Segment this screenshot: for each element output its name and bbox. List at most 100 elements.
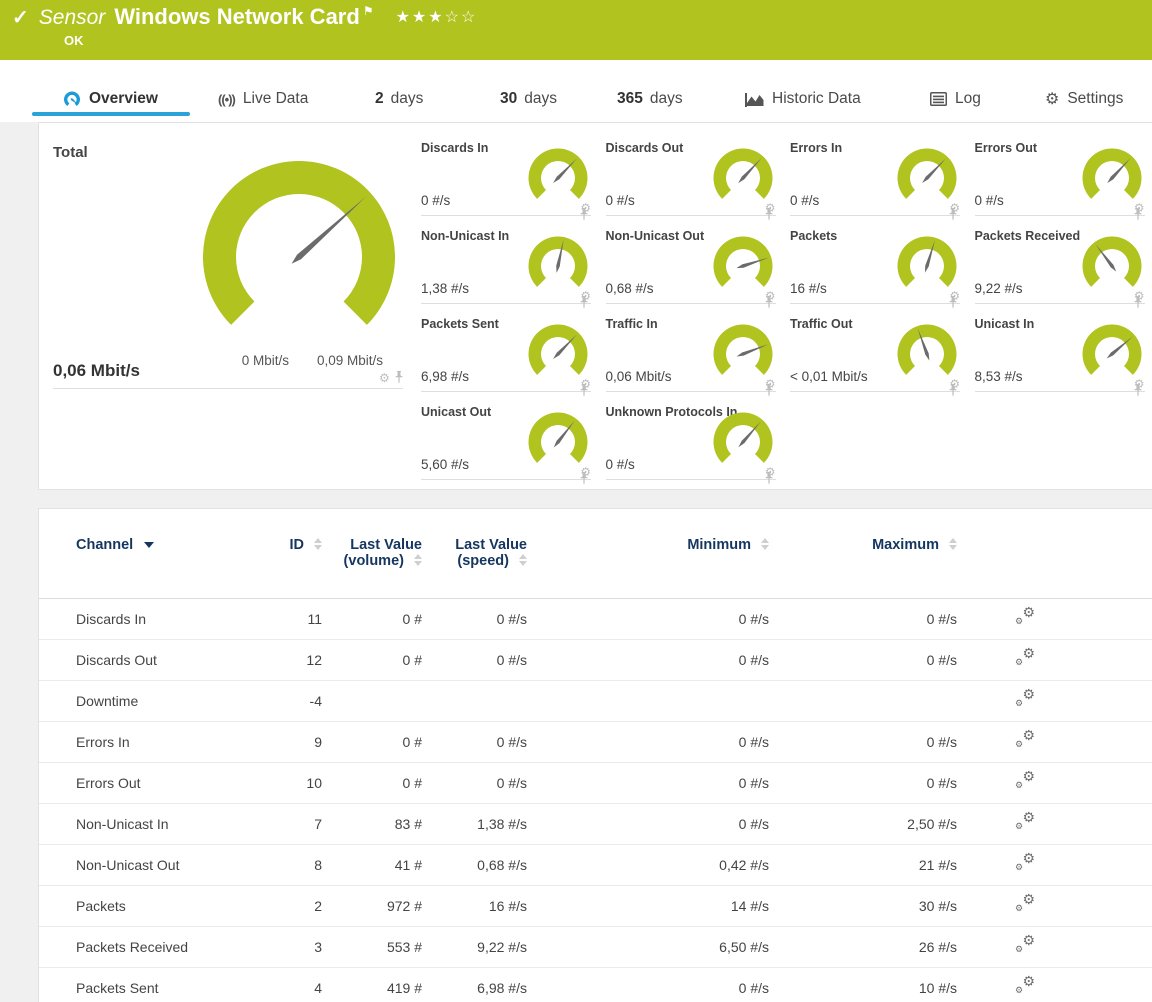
tab-live-data[interactable]: ((•))Live Data <box>218 87 308 111</box>
channel-id: 4 <box>282 968 322 1002</box>
channel-table-panel: Channel ID Last Value(volume) Last Value… <box>38 508 1152 1002</box>
column-header-maximum[interactable]: Maximum <box>769 509 957 598</box>
maximum-value: 30 #/s <box>769 886 957 926</box>
star-empty-icon[interactable]: ☆ <box>445 9 461 26</box>
gauge-dial-icon <box>712 147 774 206</box>
channel-settings-gears-icon[interactable]: ⚙⚙ <box>1015 606 1035 624</box>
channel-name: Discards In <box>39 599 282 639</box>
channel-id: 11 <box>282 599 322 639</box>
star-filled-icon[interactable]: ★ <box>396 9 412 26</box>
channel-settings-gears-icon[interactable]: ⚙⚙ <box>1015 811 1035 829</box>
tab-settings[interactable]: ⚙Settings <box>1045 87 1123 111</box>
sort-icon[interactable] <box>314 538 322 550</box>
pin-icon[interactable] <box>1133 384 1143 397</box>
channel-settings-gears-icon[interactable]: ⚙⚙ <box>1015 934 1035 952</box>
pin-icon[interactable] <box>948 384 958 397</box>
channel-name: Errors Out <box>39 763 282 803</box>
pin-icon[interactable] <box>764 384 774 397</box>
last-value-speed: 0,68 #/s <box>422 845 527 885</box>
last-value-speed: 0 #/s <box>422 722 527 762</box>
table-row-discards-in: Discards In110 #0 #/s0 #/s0 #/s⚙⚙ <box>39 599 1152 640</box>
pin-icon[interactable] <box>948 296 958 309</box>
sort-icon[interactable] <box>761 538 769 550</box>
total-gauge-actions: ⚙ <box>379 371 404 384</box>
column-header-last-value[interactable]: Last Value(speed) <box>422 509 527 598</box>
last-value-speed: 0 #/s <box>422 763 527 803</box>
tab-30-days[interactable]: 30days <box>500 87 557 111</box>
channel-settings-gears-icon[interactable]: ⚙⚙ <box>1015 770 1035 788</box>
pin-icon[interactable] <box>579 472 589 485</box>
gauge-actions: ⚙ <box>949 290 960 302</box>
maximum-value: 2,50 #/s <box>769 804 957 844</box>
gauge-unicast-in: Unicast In8,53 #/s⚙ <box>975 317 1145 392</box>
gauge-actions: ⚙ <box>1134 290 1145 302</box>
header-label-2: (speed) <box>457 553 509 569</box>
minimum-value: 0 #/s <box>527 599 769 639</box>
tab-2-days[interactable]: 2days <box>375 87 423 111</box>
pin-icon[interactable] <box>1133 208 1143 221</box>
last-value-volume: 0 # <box>322 722 422 762</box>
column-header-minimum[interactable]: Minimum <box>527 509 769 598</box>
channel-settings-gears-icon[interactable]: ⚙⚙ <box>1015 975 1035 993</box>
pin-icon[interactable] <box>579 296 589 309</box>
pin-icon[interactable] <box>579 384 589 397</box>
gear-icon[interactable]: ⚙ <box>379 372 390 384</box>
pin-icon[interactable] <box>579 208 589 221</box>
channel-settings-gears-icon[interactable]: ⚙⚙ <box>1015 852 1035 870</box>
header-label: Maximum <box>872 537 939 553</box>
total-gauge-dial <box>199 153 399 348</box>
live-data-icon: ((•)) <box>218 92 235 107</box>
tab-overview[interactable]: Overview <box>63 87 158 111</box>
priority-flag-icon[interactable]: ⚑ <box>363 4 374 18</box>
gauge-actions: ⚙ <box>765 378 776 390</box>
tab-historic-data[interactable]: Historic Data <box>745 87 861 111</box>
channel-settings-gears-icon[interactable]: ⚙⚙ <box>1015 647 1035 665</box>
sort-icon[interactable] <box>414 554 422 566</box>
tab-label: Historic Data <box>772 90 861 108</box>
pin-icon[interactable] <box>764 208 774 221</box>
gauge-dial-icon <box>527 323 589 382</box>
gauge-packets-received: Packets Received9,22 #/s⚙ <box>975 229 1145 304</box>
channel-settings-gears-icon[interactable]: ⚙⚙ <box>1015 893 1035 911</box>
sort-icon[interactable] <box>519 554 527 566</box>
pin-icon[interactable] <box>1133 296 1143 309</box>
channel-settings-gears-icon[interactable]: ⚙⚙ <box>1015 729 1035 747</box>
pin-icon[interactable] <box>948 208 958 221</box>
table-row-errors-out: Errors Out100 #0 #/s0 #/s0 #/s⚙⚙ <box>39 763 1152 804</box>
total-gauge: Total 0 Mbit/s 0,09 Mbit/s 0,06 Mbit/s ⚙ <box>53 137 403 389</box>
table-row-packets: Packets2972 #16 #/s14 #/s30 #/s⚙⚙ <box>39 886 1152 927</box>
gauge-actions: ⚙ <box>765 290 776 302</box>
minimum-value: 6,50 #/s <box>527 927 769 967</box>
last-value-volume: 419 # <box>322 968 422 1002</box>
gauge-traffic-out: Traffic Out< 0,01 Mbit/s⚙ <box>790 317 960 392</box>
gauge-unknown-protocols-in: Unknown Protocols In0 #/s⚙ <box>606 405 776 480</box>
pin-icon[interactable] <box>394 371 404 384</box>
column-header-channel[interactable]: Channel <box>39 509 282 598</box>
column-header-last-value[interactable]: Last Value(volume) <box>322 509 422 598</box>
gauge-non-unicast-in: Non-Unicast In1,38 #/s⚙ <box>421 229 591 304</box>
pin-icon[interactable] <box>764 472 774 485</box>
sort-caret-icon[interactable] <box>144 542 154 548</box>
gauge-value: 0 #/s <box>606 457 635 472</box>
tab-365-days[interactable]: 365days <box>617 87 683 111</box>
maximum-value: 0 #/s <box>769 599 957 639</box>
channel-settings-gears-icon[interactable]: ⚙⚙ <box>1015 688 1035 706</box>
maximum-value: 26 #/s <box>769 927 957 967</box>
minimum-value: 0 #/s <box>527 968 769 1002</box>
gauge-value: 8,53 #/s <box>975 369 1023 384</box>
maximum-value: 10 #/s <box>769 968 957 1002</box>
star-filled-icon[interactable]: ★ <box>412 9 428 26</box>
table-row-errors-in: Errors In90 #0 #/s0 #/s0 #/s⚙⚙ <box>39 722 1152 763</box>
star-empty-icon[interactable]: ☆ <box>461 9 477 26</box>
channel-name: Downtime <box>39 681 282 721</box>
sort-icon[interactable] <box>949 538 957 550</box>
maximum-value <box>769 681 957 721</box>
tab-log[interactable]: Log <box>930 87 981 111</box>
last-value-speed: 9,22 #/s <box>422 927 527 967</box>
column-header-id[interactable]: ID <box>282 509 322 598</box>
status-badge: OK <box>64 33 84 48</box>
pin-icon[interactable] <box>764 296 774 309</box>
star-rating[interactable]: ★★★☆☆ <box>396 7 478 27</box>
active-tab-underline <box>32 112 190 116</box>
star-filled-icon[interactable]: ★ <box>428 9 444 26</box>
